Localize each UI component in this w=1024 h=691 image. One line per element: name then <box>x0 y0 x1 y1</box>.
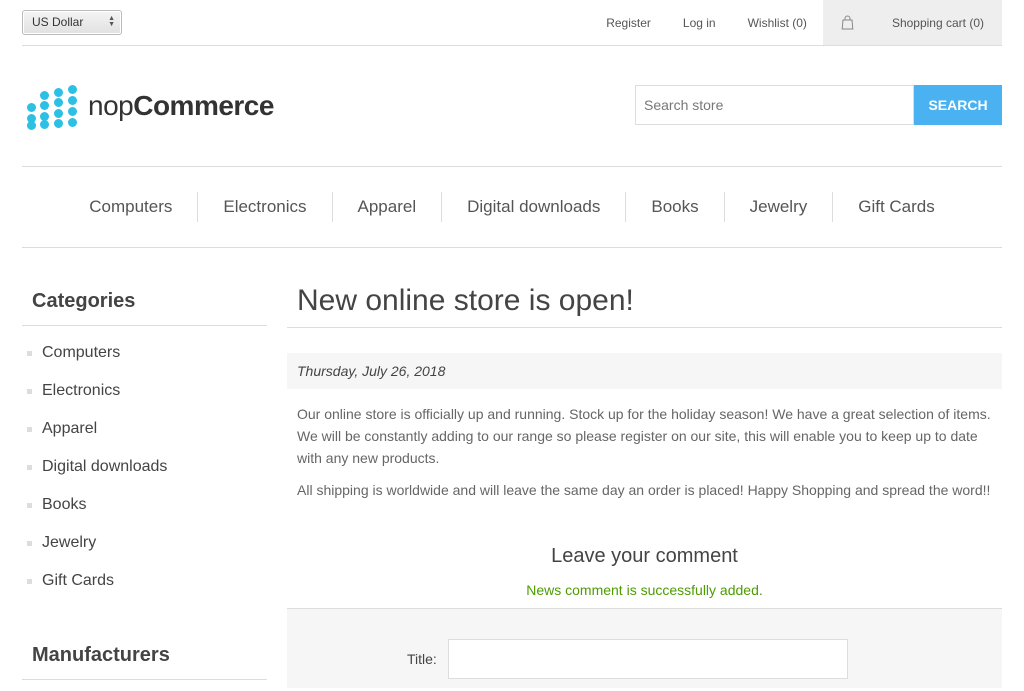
news-paragraph: All shipping is worldwide and will leave… <box>297 482 991 498</box>
news-date: Thursday, July 26, 2018 <box>287 353 1002 389</box>
shopping-cart-label: Shopping cart (0) <box>891 15 984 30</box>
menu-item-jewelry[interactable]: Jewelry <box>723 192 833 222</box>
page-title: New online store is open! <box>287 280 1002 328</box>
search-box: SEARCH <box>635 85 1002 125</box>
category-item-electronics[interactable]: Electronics <box>22 380 267 418</box>
categories-title: Categories <box>22 280 267 326</box>
menu-item-apparel[interactable]: Apparel <box>331 192 442 222</box>
logo-dots-icon <box>24 85 82 130</box>
register-link[interactable]: Register <box>606 16 651 30</box>
logo-wordmark-light: nop <box>88 90 134 121</box>
search-button[interactable]: SEARCH <box>914 85 1002 125</box>
category-item-books[interactable]: Books <box>22 494 267 532</box>
comment-title-label: Title: <box>407 651 437 667</box>
shopping-cart-link[interactable]: Shopping cart (0) <box>822 0 1002 45</box>
manufacturers-title: Manufacturers <box>22 634 267 680</box>
currency-selector[interactable]: US Dollar ▲ ▼ <box>22 10 122 35</box>
menu-item-books[interactable]: Books <box>625 192 723 222</box>
login-link[interactable]: Log in <box>683 16 716 30</box>
category-item-apparel[interactable]: Apparel <box>22 418 267 456</box>
menu-item-gift-cards[interactable]: Gift Cards <box>832 192 960 222</box>
categories-list: Computers Electronics Apparel Digital do… <box>22 326 267 624</box>
menu-item-electronics[interactable]: Electronics <box>197 192 331 222</box>
category-item-jewelry[interactable]: Jewelry <box>22 532 267 570</box>
top-links: Register Log in Wishlist (0) Shopping ca… <box>574 0 1002 45</box>
comment-section-title: Leave your comment <box>551 545 738 567</box>
currency-selector-value: US Dollar <box>32 15 84 29</box>
news-item-page: New online store is open! Thursday, July… <box>287 280 1002 688</box>
category-item-computers[interactable]: Computers <box>22 342 267 380</box>
wishlist-link[interactable]: Wishlist (0) <box>748 16 807 30</box>
category-item-gift-cards[interactable]: Gift Cards <box>22 570 267 608</box>
shopping-bag-icon <box>841 15 854 30</box>
comment-success-message: News comment is successfully added. <box>526 582 763 598</box>
menu-item-computers[interactable]: Computers <box>64 192 197 222</box>
comment-title-input[interactable] <box>448 639 848 679</box>
search-input[interactable] <box>635 85 914 125</box>
logo-wordmark: nopCommerce <box>88 90 274 122</box>
logo-wordmark-bold: Commerce <box>133 90 274 121</box>
header-links-bar: US Dollar ▲ ▼ Register Log in Wishlist (0… <box>22 0 1002 46</box>
news-body: Our online store is officially up and ru… <box>287 389 1002 501</box>
top-menu: Computers Electronics Apparel Digital do… <box>22 166 1002 248</box>
menu-item-digital-downloads[interactable]: Digital downloads <box>441 192 625 222</box>
side-column: Categories Computers Electronics Apparel… <box>22 280 267 680</box>
comment-form: Title: <box>287 608 1002 688</box>
news-paragraph: Our online store is officially up and ru… <box>297 406 991 466</box>
select-arrows-icon: ▲ ▼ <box>108 15 115 28</box>
category-item-digital-downloads[interactable]: Digital downloads <box>22 456 267 494</box>
store-logo[interactable]: nopCommerce <box>24 85 274 130</box>
